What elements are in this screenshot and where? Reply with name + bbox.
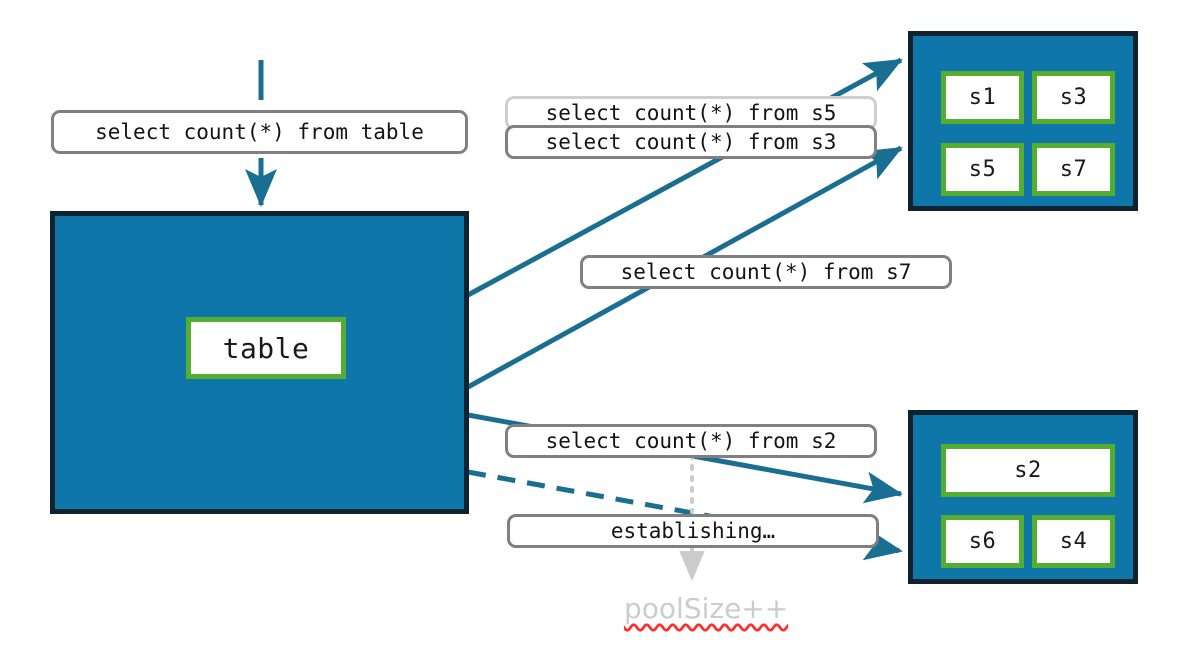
node-s5[interactable]: s5 xyxy=(941,143,1024,196)
node-s6[interactable]: s6 xyxy=(941,515,1024,568)
label-query-s7[interactable]: select count(*) from s7 xyxy=(580,255,952,289)
node-s2[interactable]: s2 xyxy=(941,444,1115,497)
label-establishing[interactable]: establishing… xyxy=(507,514,879,548)
table-container: table xyxy=(50,211,469,514)
connection-pool-bottom: s2 s6 s4 xyxy=(908,410,1138,584)
connection-pool-top: s1 s3 s5 s7 xyxy=(908,31,1138,211)
node-s7[interactable]: s7 xyxy=(1032,143,1115,196)
node-s4[interactable]: s4 xyxy=(1032,515,1115,568)
node-table[interactable]: table xyxy=(186,317,346,379)
node-s1[interactable]: s1 xyxy=(941,71,1024,124)
node-s3[interactable]: s3 xyxy=(1032,71,1115,124)
label-query-s3[interactable]: select count(*) from s3 xyxy=(505,125,877,159)
annotation-poolsize-increment: poolSize++ xyxy=(624,592,789,625)
label-query-s2[interactable]: select count(*) from s2 xyxy=(505,424,877,458)
diagram-canvas: table s1 s3 s5 s7 s2 s6 s4 select count(… xyxy=(0,0,1184,660)
label-incoming-query[interactable]: select count(*) from table xyxy=(51,110,468,154)
